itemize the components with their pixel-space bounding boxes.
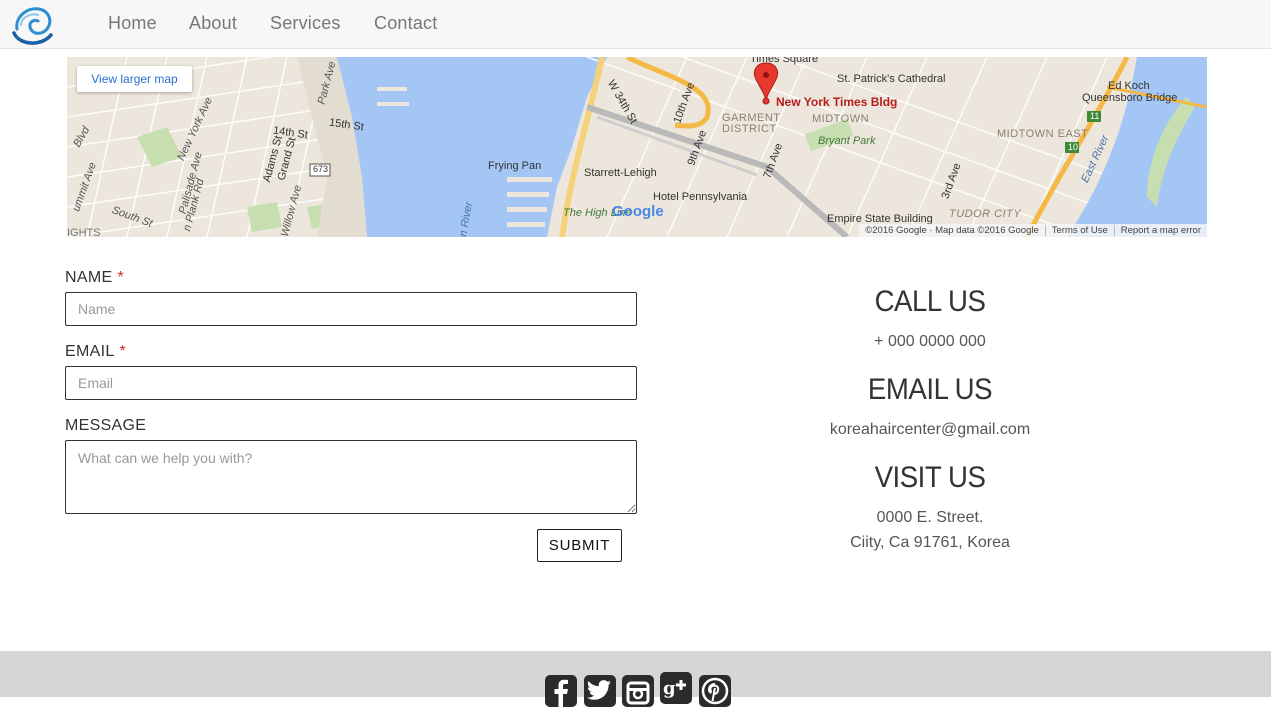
contact-email[interactable]: koreahaircenter@gmail.com <box>780 421 1080 439</box>
map-label: MIDTOWN EAST <box>997 128 1089 140</box>
map-label: Ed Koch <box>1108 80 1150 92</box>
map-copyright: ©2016 Google · Map data ©2016 Google <box>865 225 1039 236</box>
name-input[interactable] <box>65 292 637 326</box>
map-label: 10 <box>1068 142 1079 152</box>
map-label: Frying Pan <box>488 160 542 172</box>
twitter-icon[interactable] <box>584 675 616 707</box>
email-label-text: EMAIL <box>65 343 115 360</box>
map-label: IGHTS <box>67 227 101 237</box>
map-label: Hotel Pennsylvania <box>653 191 748 203</box>
svg-text:g: g <box>663 678 676 699</box>
message-label: MESSAGE <box>65 417 147 434</box>
google-plus-icon[interactable]: g <box>660 672 692 704</box>
call-us-heading: CALL US <box>874 285 986 318</box>
map-label: Starrett-Lehigh <box>584 167 657 179</box>
required-marker: * <box>117 269 124 286</box>
email-us-heading: EMAIL US <box>867 373 993 406</box>
submit-button[interactable]: SUBMIT <box>537 529 622 562</box>
map-label: TUDOR CITY <box>949 208 1022 220</box>
nav-services[interactable]: Services <box>270 13 341 34</box>
required-marker: * <box>119 343 127 360</box>
visit-us-heading: VISIT US <box>874 461 986 494</box>
map-label: 673 <box>313 164 329 174</box>
map-label: Times Square <box>750 57 819 65</box>
phone-number: + 000 0000 000 <box>874 333 986 350</box>
map-label: MIDTOWN <box>812 113 870 125</box>
instagram-icon[interactable] <box>622 675 654 707</box>
map-label: St. Patrick's Cathedral <box>837 73 946 85</box>
view-larger-map-link[interactable]: View larger map <box>77 66 192 92</box>
map-label: Bryant Park <box>818 135 876 147</box>
nav-contact[interactable]: Contact <box>374 13 437 34</box>
report-map-error-link[interactable]: Report a map error <box>1113 225 1201 236</box>
embedded-map[interactable]: View larger map New York Times Bldg Time… <box>67 57 1207 237</box>
address-line-2: Ciity, Ca 91761, Korea <box>850 534 1010 551</box>
name-label-text: NAME <box>65 269 113 286</box>
navbar: Home About Services Contact <box>0 0 1271 49</box>
email-label: EMAIL * <box>65 343 126 361</box>
swirl-logo-icon[interactable] <box>11 3 55 47</box>
nav-home[interactable]: Home <box>108 13 157 34</box>
map-label: 11 <box>1090 111 1100 121</box>
nav-about[interactable]: About <box>189 13 237 34</box>
message-textarea[interactable] <box>65 440 637 514</box>
map-label: Queensboro Bridge <box>1082 92 1178 104</box>
map-label: DISTRICT <box>722 123 777 135</box>
email-input[interactable] <box>65 366 637 400</box>
address-line-1: 0000 E. Street. <box>876 509 984 526</box>
map-attribution: ©2016 Google · Map data ©2016 Google Term… <box>859 224 1207 237</box>
google-logo: Google <box>612 203 664 220</box>
pinterest-icon[interactable] <box>699 675 731 707</box>
name-label: NAME * <box>65 269 124 287</box>
map-marker-label: New York Times Bldg <box>776 95 898 109</box>
terms-of-use-link[interactable]: Terms of Use <box>1044 225 1108 236</box>
facebook-icon[interactable] <box>545 675 577 707</box>
